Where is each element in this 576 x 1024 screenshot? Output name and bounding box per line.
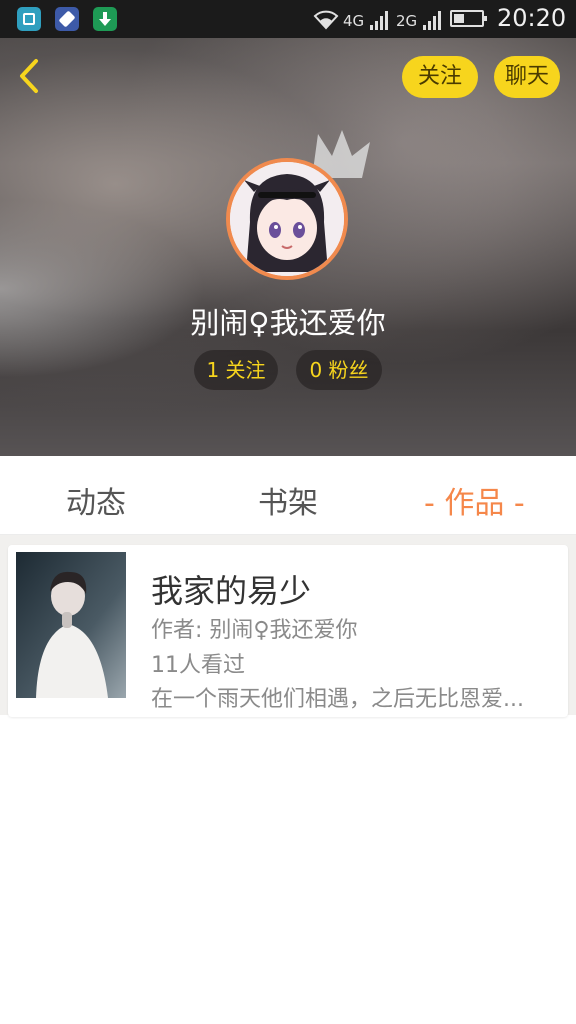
signal-icon: [370, 10, 392, 30]
shuttle-icon: [55, 7, 79, 31]
battery-icon: [450, 10, 487, 27]
profile-header: 关注 聊天 别闹♀我还爱你 1 关注 0 粉丝: [0, 38, 576, 456]
network-type-2: 2G: [396, 12, 418, 30]
following-count[interactable]: 1 关注: [194, 350, 278, 390]
status-bar: 4G 2G 20:20: [0, 0, 576, 38]
tab-bookshelf[interactable]: 书架: [258, 478, 318, 522]
back-arrow-icon[interactable]: [16, 58, 44, 94]
work-title: 我家的易少: [151, 572, 312, 610]
fans-count[interactable]: 0 粉丝: [296, 350, 382, 390]
signal-icon-2: [423, 10, 445, 30]
download-icon: [93, 7, 117, 31]
book-cover-image: [16, 552, 126, 698]
username: 别闹♀我还爱你: [190, 306, 386, 340]
avatar-image: [230, 162, 344, 276]
tab-works[interactable]: - 作品 -: [424, 478, 525, 522]
network-type-1: 4G: [343, 12, 365, 30]
profile-tabs: 动态 书架 - 作品 -: [0, 456, 576, 535]
work-views: 11人看过: [151, 653, 245, 678]
tab-dynamics[interactable]: 动态: [66, 478, 126, 522]
wifi-icon: [313, 10, 339, 30]
book-cover: [16, 552, 126, 698]
clock: 20:20: [497, 4, 567, 32]
gallery-icon: [17, 7, 41, 31]
avatar[interactable]: [226, 158, 348, 280]
work-card[interactable]: 我家的易少 作者: 别闹♀我还爱你 11人看过 在一个雨天他们相遇，之后无比恩爱…: [8, 545, 568, 717]
work-author: 作者: 别闹♀我还爱你: [151, 618, 358, 643]
work-description: 在一个雨天他们相遇，之后无比恩爱...: [151, 687, 524, 712]
chat-button[interactable]: 聊天: [494, 56, 560, 98]
follow-button[interactable]: 关注: [402, 56, 478, 98]
